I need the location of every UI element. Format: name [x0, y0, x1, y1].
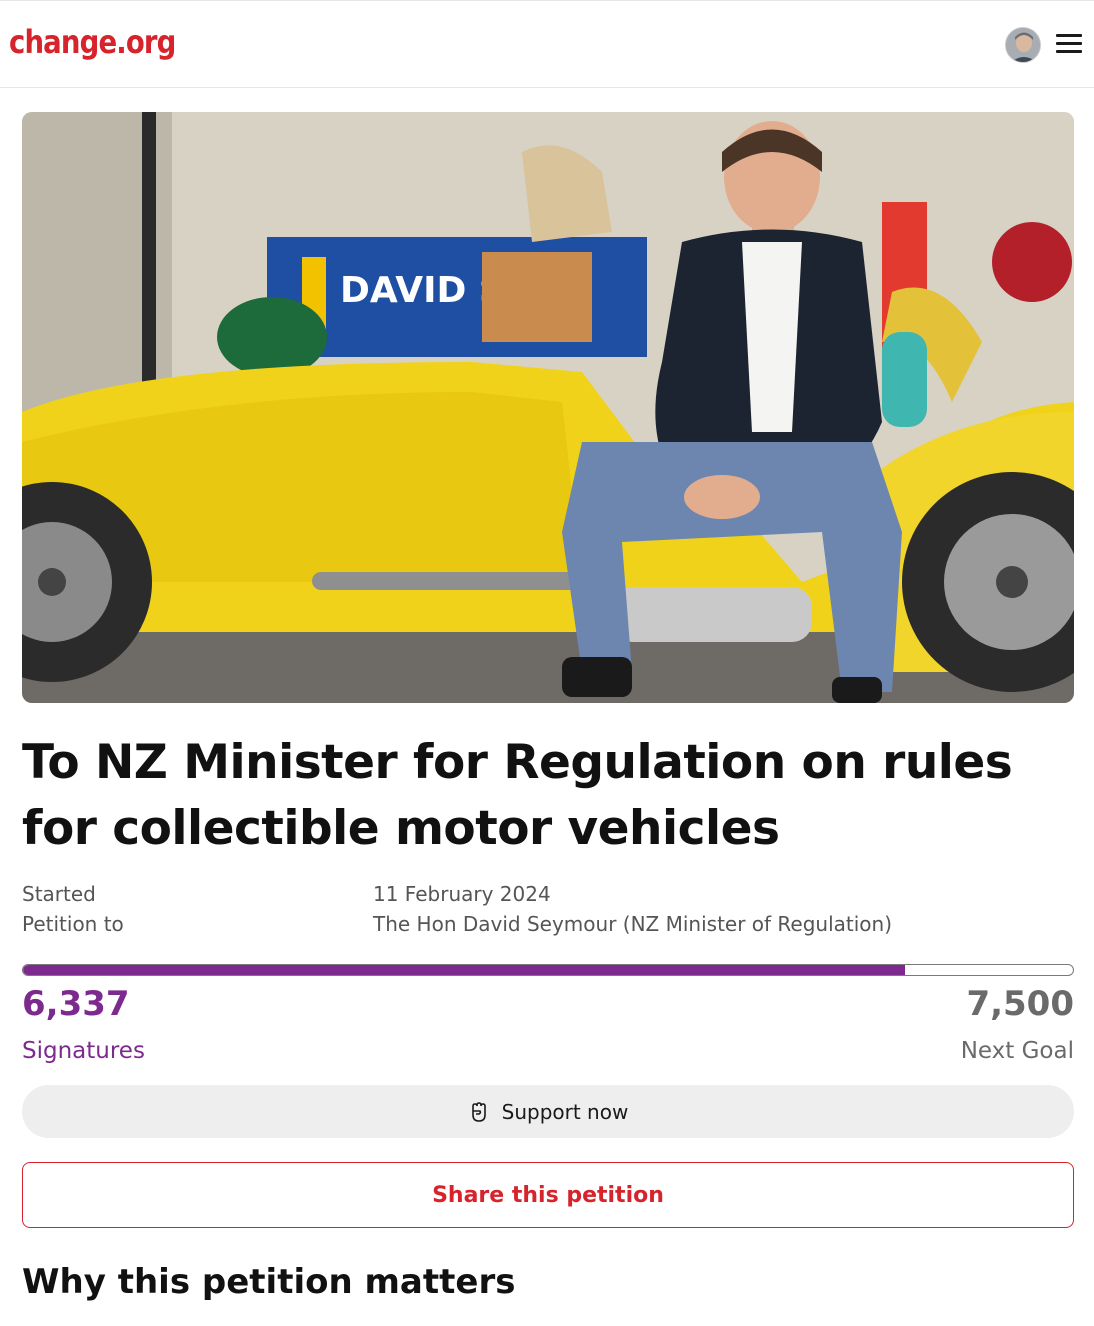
signature-progress-fill [23, 965, 905, 975]
started-row: Started 11 February 2024 [22, 882, 1074, 912]
petition-meta: Started 11 February 2024 Petition to The… [22, 882, 1074, 942]
share-petition-label: Share this petition [432, 1182, 664, 1208]
hamburger-menu-icon[interactable] [1056, 34, 1082, 56]
support-now-button[interactable]: Support now [22, 1085, 1074, 1138]
petition-to-row: Petition to The Hon David Seymour (NZ Mi… [22, 912, 1074, 942]
petition-target: The Hon David Seymour (NZ Minister of Re… [373, 912, 893, 936]
user-avatar[interactable] [1005, 27, 1041, 63]
signature-count: 6,337 [22, 984, 130, 1024]
change-org-logo[interactable]: change.org [9, 23, 176, 61]
top-navigation-bar: change.org [0, 0, 1094, 88]
goal-count: 7,500 [966, 984, 1074, 1024]
goal-label: Next Goal [960, 1038, 1074, 1064]
signatures-label: Signatures [22, 1038, 145, 1064]
man-with-yellow-car-photo: DAVID SEY [22, 112, 1074, 703]
raised-fist-icon [468, 1101, 490, 1123]
share-petition-button[interactable]: Share this petition [22, 1162, 1074, 1228]
avatar-icon [1006, 28, 1040, 62]
petition-title: To NZ Minister for Regulation on rules f… [22, 735, 1013, 856]
petition-to-label: Petition to [22, 912, 124, 936]
why-petition-matters-heading: Why this petition matters [22, 1262, 516, 1302]
petition-hero-image: DAVID SEY [22, 112, 1074, 703]
support-now-label: Support now [501, 1099, 629, 1124]
signature-progress-bar [22, 964, 1074, 976]
started-label: Started [22, 882, 96, 906]
started-date: 11 February 2024 [373, 882, 551, 906]
